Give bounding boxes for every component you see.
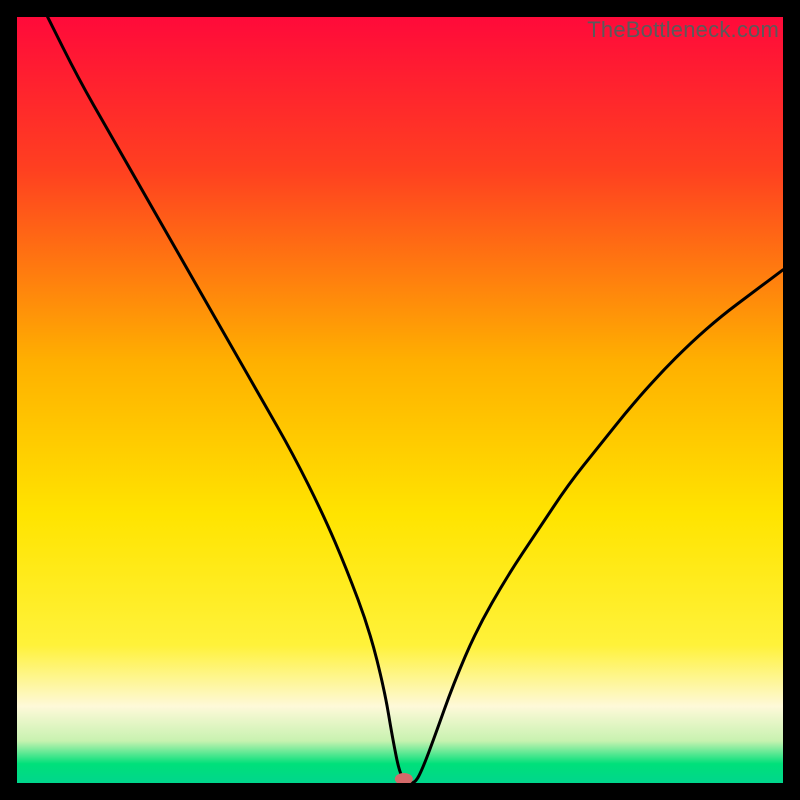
gradient-background <box>17 17 783 783</box>
chart-svg <box>17 17 783 783</box>
watermark-text: TheBottleneck.com <box>587 17 779 43</box>
plot-area: TheBottleneck.com <box>17 17 783 783</box>
chart-frame: TheBottleneck.com <box>0 0 800 800</box>
